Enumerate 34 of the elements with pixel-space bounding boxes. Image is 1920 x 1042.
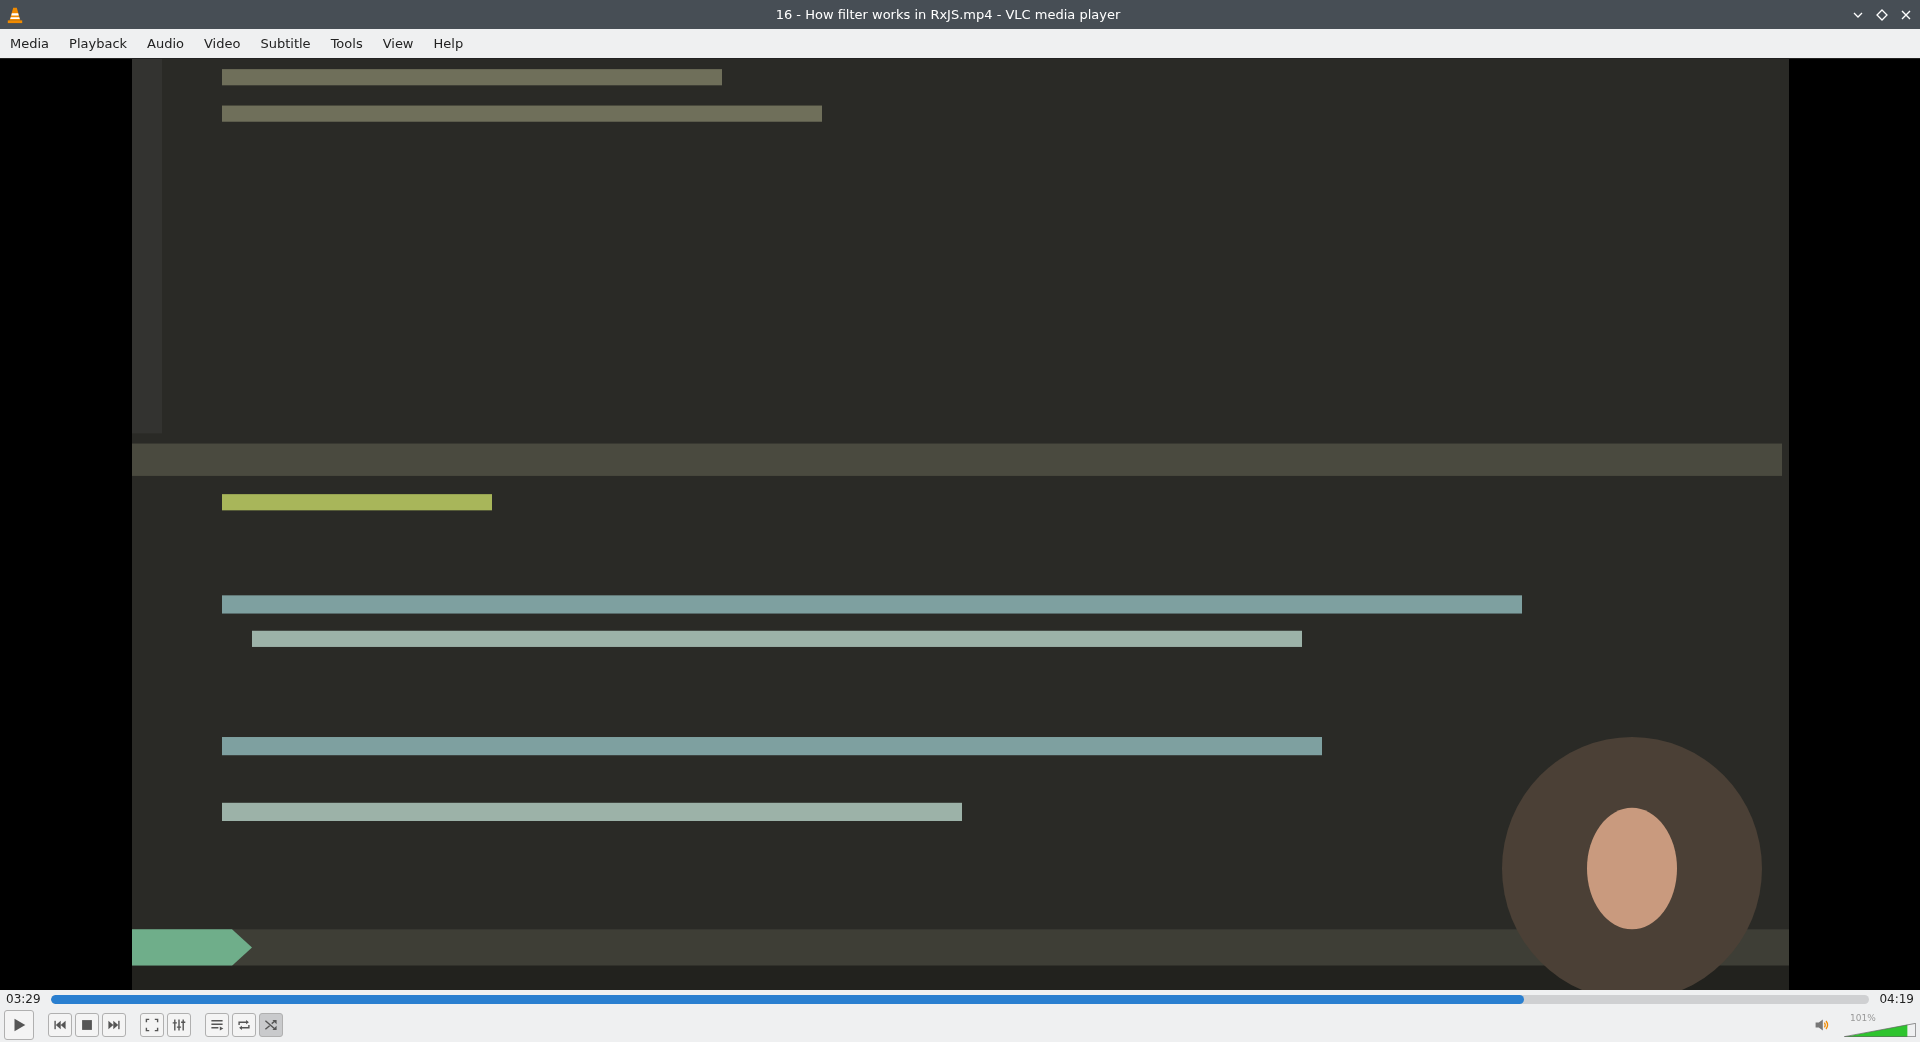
previous-button[interactable] — [48, 1013, 72, 1037]
menu-item[interactable]: Subtitle — [260, 36, 311, 51]
menu-item[interactable]: Tools — [330, 36, 363, 51]
fullscreen-button[interactable] — [140, 1013, 164, 1037]
play-button[interactable] — [4, 1010, 34, 1040]
close-icon[interactable] — [1900, 8, 1912, 21]
menu-item[interactable]: Video — [204, 36, 241, 51]
traffic-cone-icon — [6, 5, 24, 24]
loop-button[interactable] — [232, 1013, 256, 1037]
menu-item[interactable]: Audio — [147, 36, 184, 51]
sliders-icon — [172, 1018, 186, 1032]
menu-item[interactable]: Help — [433, 36, 464, 51]
skip-forward-icon — [107, 1018, 121, 1032]
menu-item[interactable]: Media — [10, 36, 50, 51]
loop-icon — [237, 1018, 251, 1032]
maximize-icon[interactable] — [1876, 8, 1888, 21]
menu-item[interactable]: View — [382, 36, 414, 51]
effects-button[interactable] — [167, 1013, 191, 1037]
stop-button[interactable] — [75, 1013, 99, 1037]
elapsed-time: 03:29 — [6, 992, 41, 1006]
stop-icon — [80, 1018, 94, 1032]
playlist-button[interactable] — [205, 1013, 229, 1037]
shuffle-button[interactable] — [259, 1013, 283, 1037]
window-title: 16 - How filter works in RxJS.mp4 - VLC media player — [774, 7, 1122, 22]
next-button[interactable] — [102, 1013, 126, 1037]
volume-reading: 101% — [1850, 1013, 1876, 1023]
menu-item[interactable]: Playback — [69, 36, 128, 51]
fullscreen-icon — [145, 1018, 159, 1032]
skip-back-icon — [53, 1018, 67, 1032]
shuffle-icon — [264, 1018, 278, 1032]
speaker-icon[interactable] — [1814, 1017, 1830, 1033]
seek-bar[interactable] — [50, 994, 1870, 1004]
playlist-icon — [210, 1018, 224, 1032]
total-time: 04:19 — [1879, 992, 1914, 1006]
